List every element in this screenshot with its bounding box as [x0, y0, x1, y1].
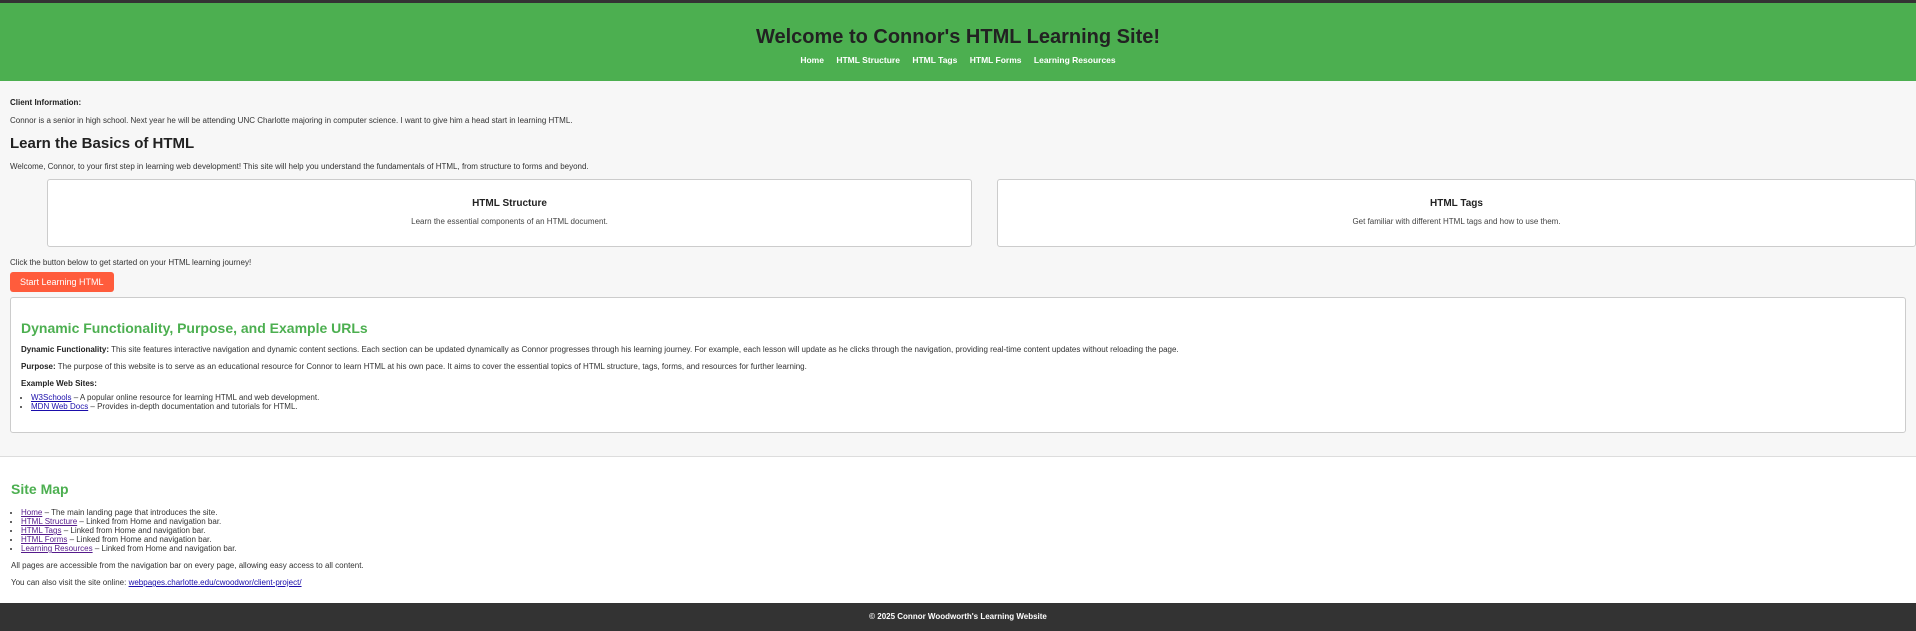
- sitemap-link-html-structure[interactable]: HTML Structure: [21, 517, 77, 526]
- link-mdn-web-docs[interactable]: MDN Web Docs: [31, 402, 88, 411]
- list-item: HTML Tags – Linked from Home and navigat…: [21, 526, 1905, 535]
- list-item: Learning Resources – Linked from Home an…: [21, 544, 1905, 553]
- sitemap-desc: – Linked from Home and navigation bar.: [67, 535, 212, 544]
- card-title: HTML Tags: [1430, 198, 1483, 209]
- visit-online-text: You can also visit the site online: webp…: [11, 578, 1905, 587]
- sitemap-link-html-forms[interactable]: HTML Forms: [21, 535, 67, 544]
- example-sites-label: Example Web Sites:: [21, 379, 1895, 388]
- site-map-list: Home – The main landing page that introd…: [11, 508, 1905, 553]
- nav-html-forms[interactable]: HTML Forms: [970, 55, 1022, 65]
- sitemap-desc: – The main landing page that introduces …: [42, 508, 218, 517]
- list-item: HTML Forms – Linked from Home and naviga…: [21, 535, 1905, 544]
- site-title: Welcome to Connor's HTML Learning Site!: [755, 26, 1161, 48]
- sitemap-desc: – Linked from Home and navigation bar.: [77, 517, 222, 526]
- purpose-label: Purpose:: [21, 362, 56, 371]
- site-map-heading: Site Map: [11, 481, 69, 497]
- visit-online-label: You can also visit the site online:: [11, 578, 129, 587]
- client-info-text: Connor is a senior in high school. Next …: [10, 116, 573, 125]
- dynamic-functionality-label: Dynamic Functionality:: [21, 345, 110, 354]
- cta-text: Click the button below to get started on…: [10, 258, 252, 267]
- purpose-text: Purpose: The purpose of this website is …: [21, 362, 1895, 371]
- dynamic-functionality-text: Dynamic Functionality: This site feature…: [21, 345, 1895, 354]
- link-w3schools[interactable]: W3Schools: [31, 393, 71, 402]
- card-title: HTML Structure: [472, 198, 547, 209]
- list-item: HTML Structure – Linked from Home and na…: [21, 517, 1905, 526]
- basics-heading: Learn the Basics of HTML: [10, 135, 195, 152]
- card-html-structure: HTML Structure Learn the essential compo…: [47, 179, 972, 247]
- sitemap-link-html-tags[interactable]: HTML Tags: [21, 526, 61, 535]
- card-text: Learn the essential components of an HTM…: [411, 217, 608, 226]
- dynamic-functionality-desc: This site features interactive navigatio…: [109, 345, 1179, 354]
- dynamic-section: Dynamic Functionality, Purpose, and Exam…: [10, 297, 1906, 433]
- example-desc: – A popular online resource for learning…: [71, 393, 320, 402]
- example-desc: – Provides in-depth documentation and tu…: [88, 402, 298, 411]
- sitemap-link-home[interactable]: Home: [21, 508, 42, 517]
- main-nav: Home HTML Structure HTML Tags HTML Forms…: [0, 55, 1916, 65]
- topic-cards: HTML Structure Learn the essential compo…: [10, 179, 1916, 247]
- card-html-tags: HTML Tags Get familiar with different HT…: [997, 179, 1916, 247]
- site-header: Welcome to Connor's HTML Learning Site! …: [0, 3, 1916, 81]
- list-item: Home – The main landing page that introd…: [21, 508, 1905, 517]
- basics-intro: Welcome, Connor, to your first step in l…: [10, 162, 589, 171]
- sitemap-note: All pages are accessible from the naviga…: [11, 561, 364, 570]
- nav-html-tags[interactable]: HTML Tags: [912, 55, 957, 65]
- visit-online-link[interactable]: webpages.charlotte.edu/cwoodwor/client-p…: [129, 578, 302, 587]
- client-info-label: Client Information:: [10, 98, 82, 107]
- card-text: Get familiar with different HTML tags an…: [1352, 217, 1561, 226]
- site-map-section: Site Map Home – The main landing page th…: [0, 456, 1916, 603]
- purpose-desc: The purpose of this website is to serve …: [55, 362, 807, 371]
- nav-html-structure[interactable]: HTML Structure: [836, 55, 900, 65]
- sitemap-desc: – Linked from Home and navigation bar.: [92, 544, 237, 553]
- list-item: W3Schools – A popular online resource fo…: [31, 393, 1895, 402]
- site-footer: © 2025 Connor Woodworth's Learning Websi…: [0, 603, 1916, 631]
- sitemap-link-learning-resources[interactable]: Learning Resources: [21, 544, 93, 553]
- main-content: Client Information: Connor is a senior i…: [0, 98, 1916, 433]
- example-sites-label-text: Example Web Sites:: [21, 379, 97, 388]
- list-item: MDN Web Docs – Provides in-depth documen…: [31, 402, 1895, 411]
- nav-home[interactable]: Home: [800, 55, 824, 65]
- footer-text: © 2025 Connor Woodworth's Learning Websi…: [869, 612, 1047, 621]
- dynamic-heading: Dynamic Functionality, Purpose, and Exam…: [21, 320, 368, 336]
- sitemap-desc: – Linked from Home and navigation bar.: [61, 526, 206, 535]
- example-sites-list: W3Schools – A popular online resource fo…: [21, 393, 1895, 411]
- start-learning-button[interactable]: Start Learning HTML: [10, 272, 114, 292]
- nav-learning-resources[interactable]: Learning Resources: [1034, 55, 1116, 65]
